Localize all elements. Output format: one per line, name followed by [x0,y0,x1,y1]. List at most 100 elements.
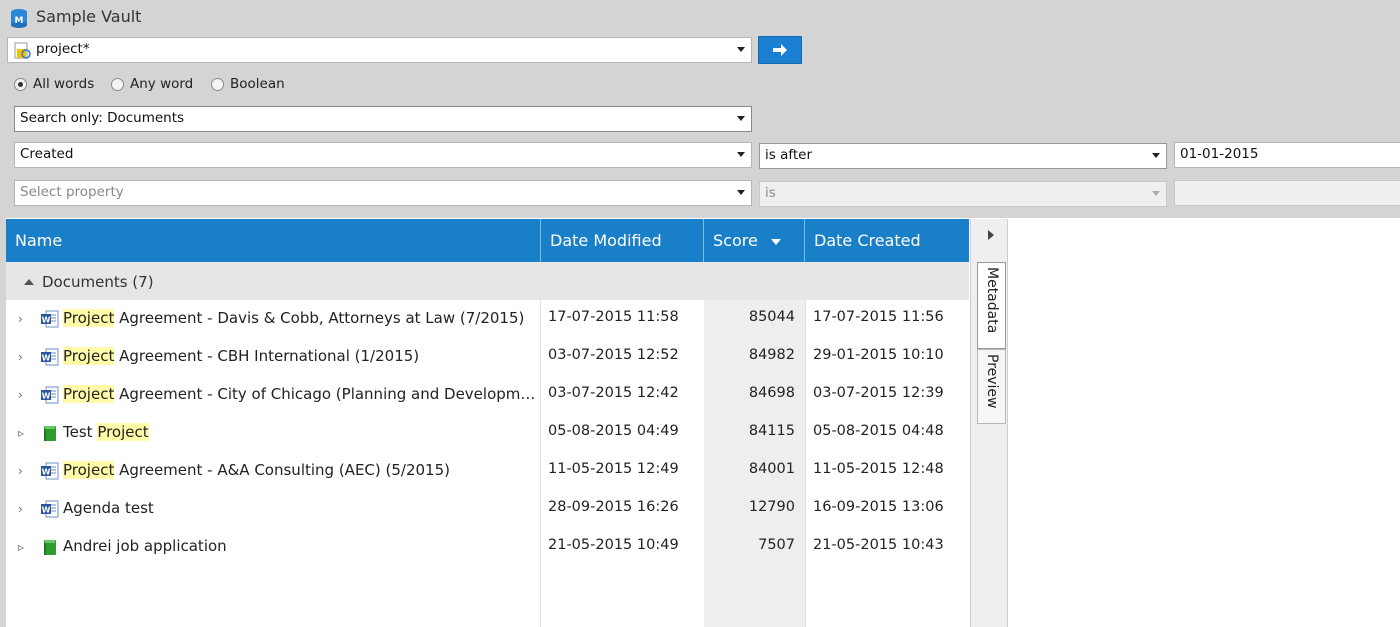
expand-row-chevron-icon[interactable]: › [18,464,23,478]
search-document-icon [14,42,31,59]
filter-value-input [1174,180,1400,206]
date-created-cell: 05-08-2015 04:48 [813,423,944,439]
tab-preview[interactable]: Preview [977,349,1006,424]
filter-property-select[interactable]: Select property [14,180,752,206]
chevron-down-icon[interactable] [1152,153,1160,158]
table-row[interactable]: › W Agenda test 28-09-2015 16:26 12790 16-09-… [6,490,969,528]
date-modified-cell: 11-05-2015 12:49 [548,461,679,477]
table-row[interactable]: ▹ Test Project 05-08-2015 04:49 84115 05-08-… [6,414,969,452]
score-cell: 85044 [748,309,795,325]
table-row[interactable]: › W Project Agreement - Davis & Cobb, Atto… [6,300,969,338]
collapse-triangle-icon[interactable] [24,279,34,285]
radio-label: All words [33,76,95,92]
search-hit-highlight: Project [63,461,115,479]
document-name: Project Agreement - CBH International (1… [63,347,419,365]
column-header-name[interactable]: Name [6,219,541,262]
date-created-cell: 17-07-2015 11:56 [813,309,944,325]
filter-operator-select[interactable]: is after [759,143,1167,169]
filter-property-value: Created [20,146,74,162]
search-hit-highlight: Project [63,385,115,403]
radio-indicator[interactable] [14,78,27,91]
column-label: Date Modified [550,231,662,250]
document-collection-icon [40,537,60,557]
chevron-down-icon[interactable] [737,47,745,52]
window-title: Sample Vault [36,7,142,26]
document-collection-icon [40,423,60,443]
score-cell: 84115 [748,423,795,439]
search-go-button[interactable] [758,36,802,64]
group-label: Documents (7) [42,273,154,291]
radio-boolean[interactable]: Boolean [211,76,291,94]
expand-row-chevron-icon[interactable]: ▹ [18,540,24,554]
search-input[interactable]: project* [7,37,752,63]
word-document-icon: W [40,347,60,367]
chevron-down-icon[interactable] [737,116,745,121]
date-modified-cell: 05-08-2015 04:49 [548,423,679,439]
date-created-cell: 11-05-2015 12:48 [813,461,944,477]
table-row[interactable]: ▹ Andrei job application 21-05-2015 10:49 7… [6,528,969,566]
column-label: Name [15,231,63,250]
radio-indicator[interactable] [111,78,124,91]
radio-any-word[interactable]: Any word [111,76,201,94]
expand-row-chevron-icon[interactable]: › [18,388,23,402]
filter-value-input[interactable]: 01-01-2015 [1174,142,1400,168]
document-name: Project Agreement - A&A Consulting (AEC)… [63,461,450,479]
expand-row-chevron-icon[interactable]: › [18,502,23,516]
expand-row-chevron-icon[interactable]: › [18,312,23,326]
date-created-cell: 21-05-2015 10:43 [813,537,944,553]
date-created-cell: 03-07-2015 12:39 [813,385,944,401]
score-cell: 84001 [748,461,795,477]
filter-operator-value: is after [765,147,813,163]
filter-property-select[interactable]: Created [14,142,752,168]
vault-icon: M [11,9,27,28]
name-text: Agreement - City of Chicago (Planning an… [114,385,539,403]
word-document-icon: W [40,309,60,329]
column-header-score[interactable]: Score [704,219,805,262]
svg-text:W: W [42,354,51,363]
date-created-cell: 16-09-2015 13:06 [813,499,944,515]
date-modified-cell: 21-05-2015 10:49 [548,537,679,553]
column-header-date-modified[interactable]: Date Modified [541,219,704,262]
tab-label: Metadata [984,267,1000,334]
date-created-cell: 29-01-2015 10:10 [813,347,944,363]
search-only-select[interactable]: Search only: Documents [14,106,752,132]
tab-metadata[interactable]: Metadata [977,262,1006,349]
radio-all-words[interactable]: All words [14,76,104,94]
name-text: Agenda test [63,499,154,517]
date-modified-cell: 03-07-2015 12:52 [548,347,679,363]
filter-operator-select: is [759,181,1167,207]
chevron-down-icon[interactable] [737,190,745,195]
search-query: project* [36,41,90,57]
document-name: Test Project [63,423,149,441]
score-cell: 84698 [748,385,795,401]
name-text: Andrei job application [63,537,227,555]
table-header: Name Date Modified Score Date Created [6,219,969,262]
date-modified-cell: 03-07-2015 12:42 [548,385,679,401]
search-hit-highlight: Project [63,347,115,365]
filter-operator-value: is [765,185,776,201]
word-document-icon: W [40,385,60,405]
name-text: Agreement - Davis & Cobb, Attorneys at L… [114,309,525,327]
table-row[interactable]: › W Project Agreement - CBH International … [6,338,969,376]
table-row[interactable]: › W Project Agreement - City of Chicago (P… [6,376,969,414]
arrow-right-icon [773,44,787,56]
name-text: Agreement - CBH International (1/2015) [114,347,420,365]
date-modified-cell: 28-09-2015 16:26 [548,499,679,515]
column-label: Score [713,231,758,250]
expand-panel-arrow-icon[interactable] [988,230,994,240]
column-label: Date Created [814,231,921,250]
chevron-down-icon[interactable] [737,152,745,157]
expand-row-chevron-icon[interactable]: ▹ [18,426,24,440]
radio-indicator[interactable] [211,78,224,91]
expand-row-chevron-icon[interactable]: › [18,350,23,364]
search-hit-highlight: Project [97,423,149,441]
chevron-down-icon [1152,191,1160,196]
document-name: Agenda test [63,499,154,517]
svg-text:W: W [42,506,51,515]
column-header-date-created[interactable]: Date Created [805,219,969,262]
table-row[interactable]: › W Project Agreement - A&A Consulting (AE… [6,452,969,490]
score-cell: 7507 [758,537,795,553]
svg-text:W: W [42,468,51,477]
name-text: Test [63,423,98,441]
word-document-icon: W [40,499,60,519]
